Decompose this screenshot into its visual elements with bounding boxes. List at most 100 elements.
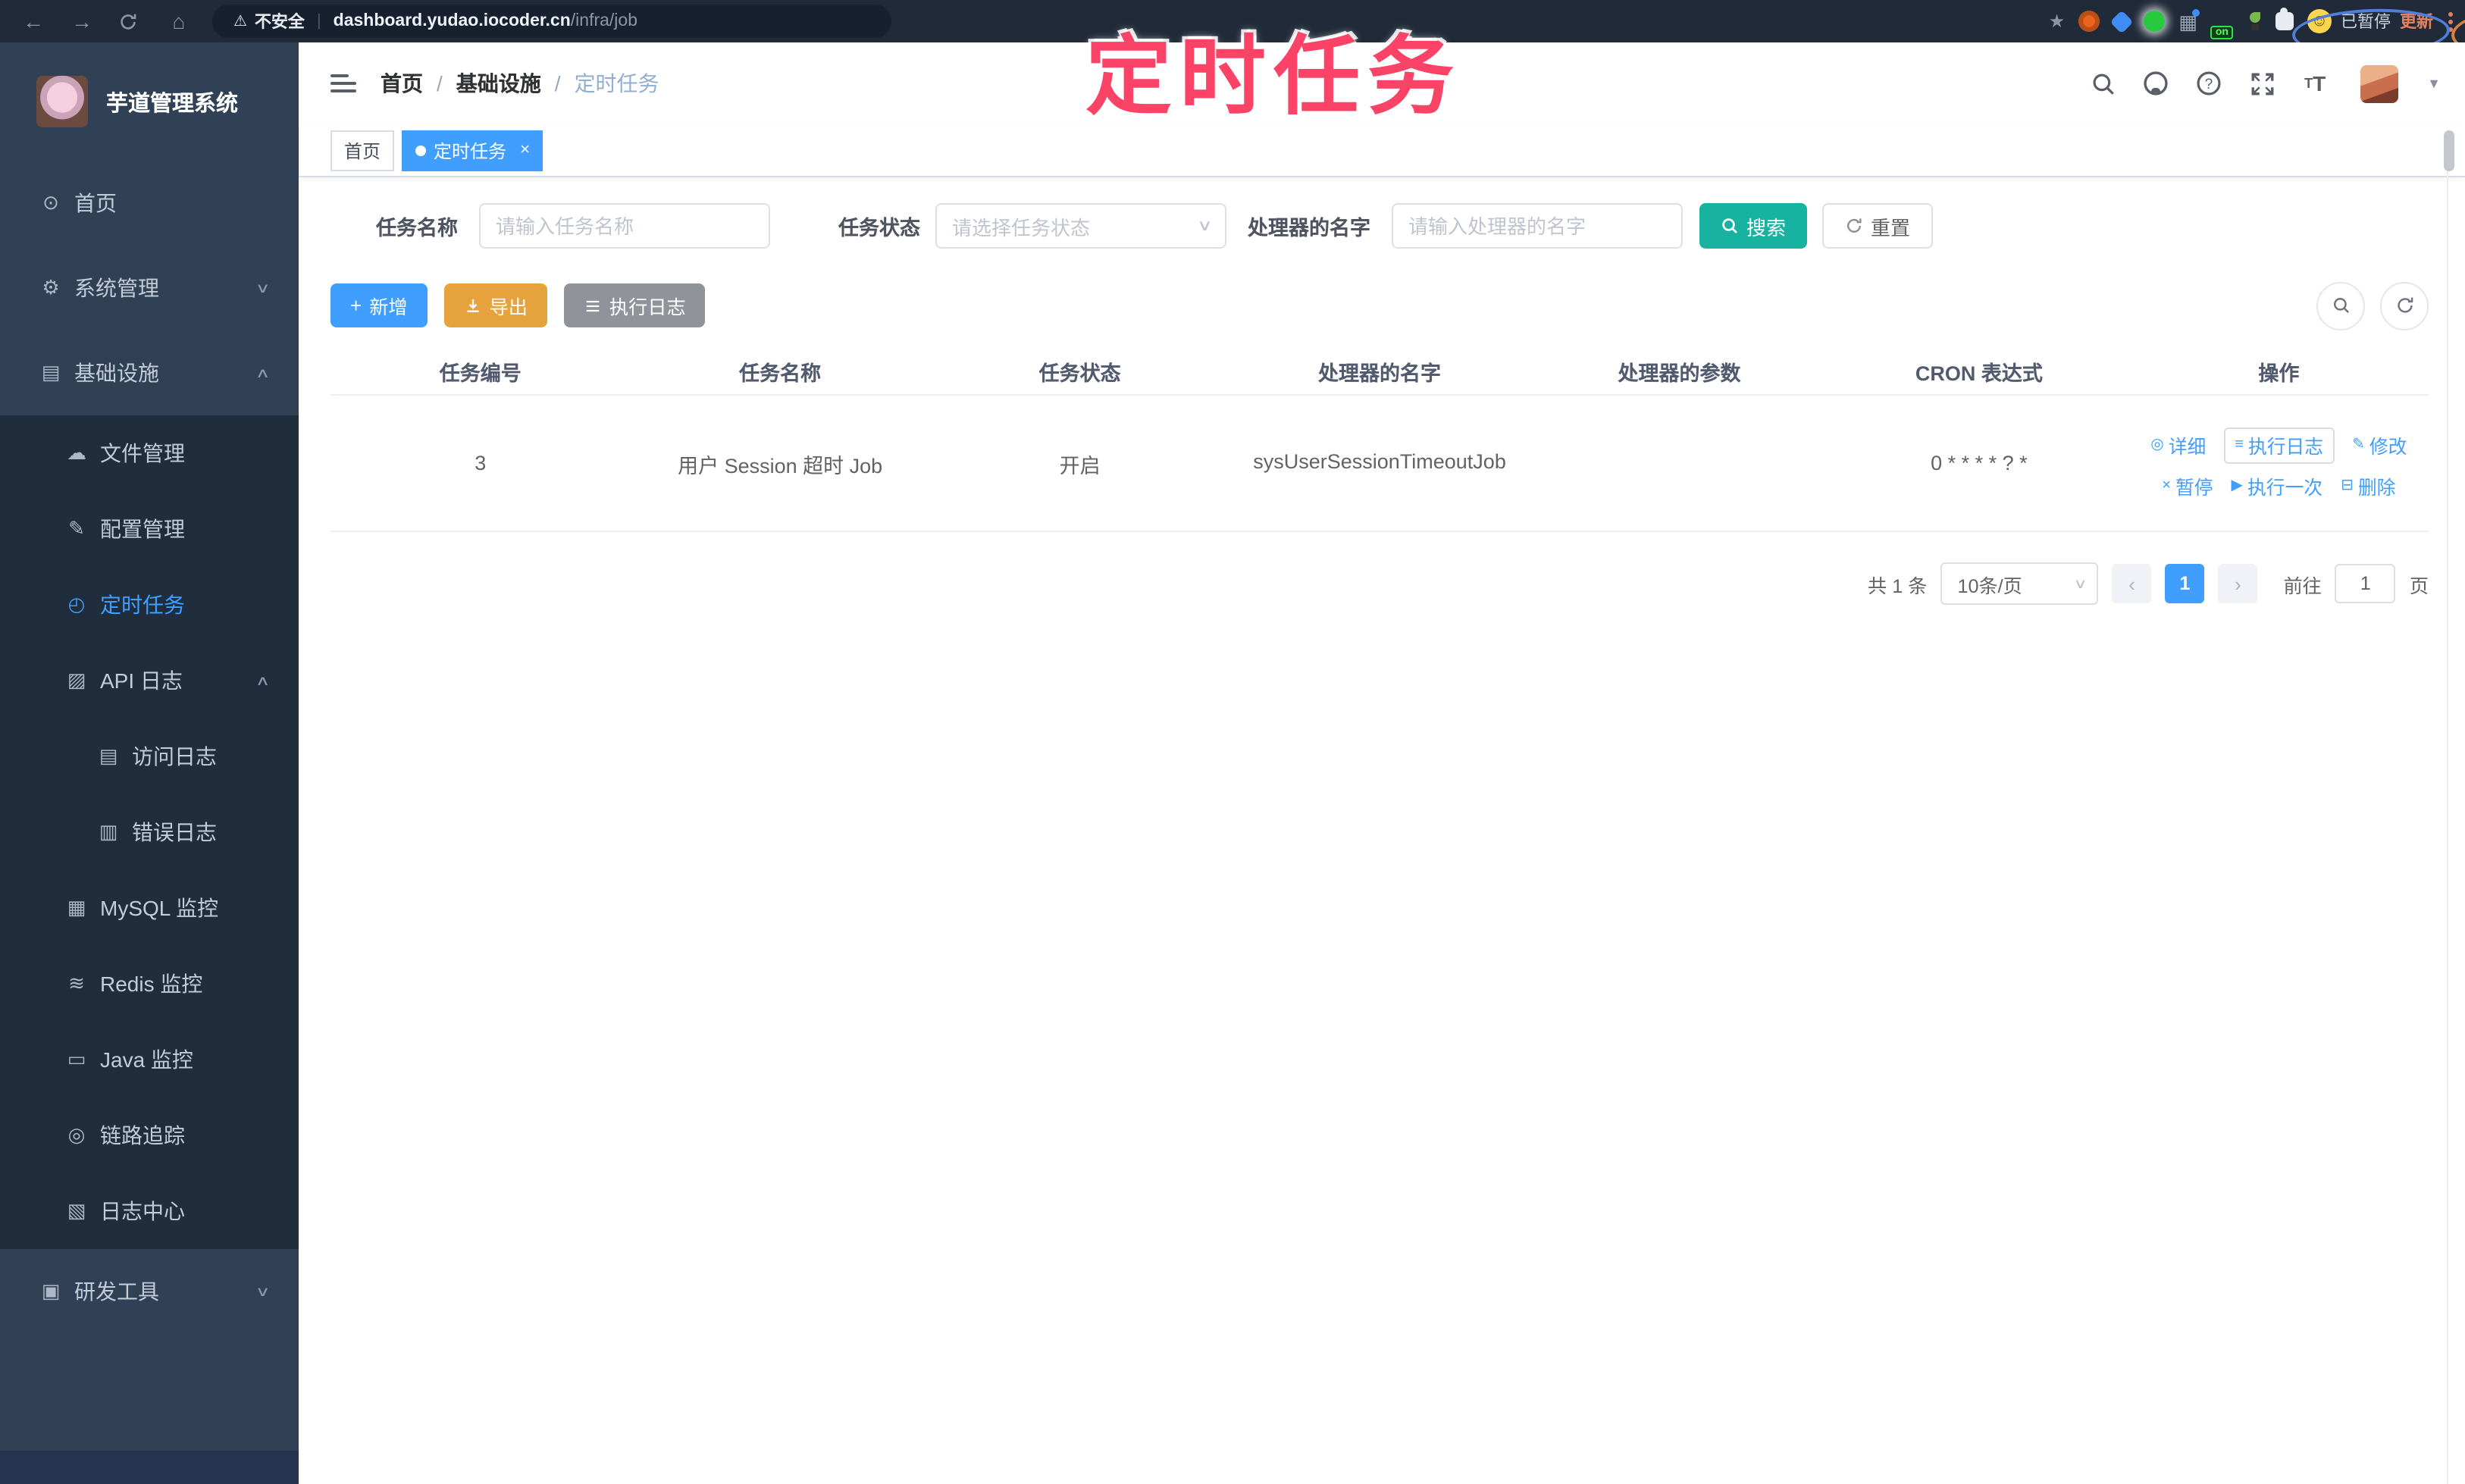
handler-name-input[interactable]	[1392, 203, 1683, 249]
warning-icon: ⚠	[233, 13, 247, 30]
pencil-icon: ✎	[2352, 437, 2365, 453]
browser-menu-icon[interactable]	[2448, 11, 2453, 31]
screen-icon: ▭	[67, 1047, 86, 1070]
bookmark-star-icon[interactable]: ★	[2049, 11, 2066, 32]
col-job-status: 任务状态	[1038, 362, 1121, 385]
tab-home[interactable]: 首页	[330, 130, 395, 171]
job-name-input[interactable]	[479, 203, 770, 249]
col-handler-name: 处理器的名字	[1318, 362, 1442, 385]
page-size-select[interactable]: 10条/页 ∨	[1940, 562, 2099, 605]
app-title: 芋道管理系统	[106, 92, 238, 116]
sidebar-item-infra[interactable]: ▤ 基础设施 ∧	[0, 330, 299, 415]
scrollbar-thumb[interactable]	[2444, 130, 2454, 171]
browser-back-icon[interactable]: ←	[21, 9, 45, 33]
handler-name-label: 处理器的名字	[1248, 217, 1370, 240]
play-icon: ▶	[2231, 477, 2243, 494]
sidebar-item-system[interactable]: ⚙ 系统管理 ∨	[0, 246, 299, 330]
search-icon[interactable]	[2089, 70, 2116, 97]
sidebar-bottom-strip	[0, 1451, 299, 1484]
sidebar-item-home[interactable]: ⊙ 首页	[0, 161, 299, 246]
cell-job-name: 用户 Session 超时 Job	[678, 454, 883, 477]
sidebar-item-log-center[interactable]: ▧ 日志中心	[0, 1173, 299, 1249]
app-logo-row[interactable]: 芋道管理系统	[0, 42, 299, 161]
table-toolbar: + 新增 导出 执行日志	[330, 281, 2429, 330]
timer-icon: ◴	[67, 593, 86, 615]
sidebar-item-redis-monitor[interactable]: ≋ Redis 监控	[0, 946, 299, 1022]
screen: ← → ⌂ ⚠ 不安全 | dashboard.yudao.iocoder.cn…	[0, 0, 2465, 1484]
row-exec-log-link[interactable]: ≡ 执行日志	[2224, 427, 2335, 463]
cell-cron: 0 * * * * ? *	[1931, 452, 2028, 474]
add-button[interactable]: + 新增	[330, 283, 428, 327]
extension-grid-icon[interactable]: ▦	[2178, 8, 2200, 31]
security-label: 不安全	[254, 14, 305, 32]
next-page-button[interactable]: ›	[2218, 564, 2258, 603]
sidebar-item-error-log[interactable]: ▥ 错误日志	[0, 794, 299, 870]
sidebar-toggle-icon[interactable]	[330, 74, 356, 92]
run-once-link[interactable]: ▶ 执行一次	[2232, 472, 2323, 499]
chevron-up-icon: ∧	[255, 365, 271, 380]
job-status-select[interactable]: 请选择任务状态 ∨	[935, 203, 1226, 249]
extension-plant-icon[interactable]	[2247, 12, 2262, 30]
prev-page-button[interactable]: ‹	[2112, 564, 2152, 603]
eye-icon: ◎	[2150, 437, 2164, 453]
goto-label: 前往	[2283, 575, 2322, 596]
github-icon[interactable]	[2142, 70, 2169, 97]
browser-reload-icon[interactable]	[118, 11, 143, 31]
edit-link[interactable]: ✎ 修改	[2352, 431, 2407, 459]
scrollbar-track	[2447, 167, 2448, 1484]
toolbox-icon: ▣	[41, 1279, 61, 1302]
pause-link[interactable]: × 暂停	[2162, 472, 2213, 499]
pagination: 共 1 条 10条/页 ∨ ‹ 1 › 前往 页	[330, 562, 2429, 605]
browser-home-icon[interactable]: ⌂	[167, 9, 191, 33]
delete-link[interactable]: ⊟ 删除	[2341, 472, 2395, 499]
list-icon: ≡	[2235, 437, 2244, 453]
table-row: 3 用户 Session 超时 Job 开启 sysUserSessionTim…	[330, 396, 2429, 532]
sidebar-item-scheduled-jobs[interactable]: ◴ 定时任务	[0, 567, 299, 643]
exec-log-button[interactable]: 执行日志	[563, 283, 706, 327]
browser-forward-icon[interactable]: →	[70, 9, 94, 33]
font-size-icon[interactable]: TT	[2301, 70, 2329, 97]
sidebar-item-config-manage[interactable]: ✎ 配置管理	[0, 491, 299, 567]
sidebar-item-mysql-monitor[interactable]: ▦ MySQL 监控	[0, 870, 299, 946]
help-icon[interactable]: ?	[2195, 70, 2222, 97]
total-count: 共 1 条	[1868, 575, 1928, 596]
tab-scheduled-jobs[interactable]: 定时任务 ×	[402, 130, 543, 171]
url-host: dashboard.yudao.iocoder.cn	[333, 12, 571, 30]
browser-profile-avatar[interactable]: ☺	[2307, 9, 2332, 33]
jobs-table: 任务编号 任务名称 任务状态 处理器的名字 处理器的参数 CRON 表达式 操作…	[330, 349, 2429, 532]
reset-button[interactable]: 重置	[1822, 203, 1934, 249]
toggle-search-button[interactable]	[2316, 281, 2365, 330]
detail-link[interactable]: ◎ 详细	[2150, 431, 2206, 459]
svg-text:?: ?	[2205, 77, 2213, 92]
goto-page-input[interactable]	[2335, 564, 2396, 603]
extension-orange-icon[interactable]	[2078, 11, 2100, 32]
page-1-button[interactable]: 1	[2165, 564, 2205, 603]
chevron-up-icon: ∧	[255, 672, 271, 687]
search-button[interactable]: 搜索	[1699, 203, 1808, 249]
sidebar-item-dev-tools[interactable]: ▣ 研发工具 ∨	[0, 1249, 299, 1334]
extension-green-icon[interactable]	[2144, 11, 2166, 32]
chevron-down-icon: ∨	[1196, 218, 1212, 234]
address-bar[interactable]: ⚠ 不安全 | dashboard.yudao.iocoder.cn /infr…	[212, 5, 891, 38]
extensions-puzzle-icon[interactable]	[2276, 8, 2294, 30]
refresh-button[interactable]	[2380, 281, 2429, 330]
chevron-down-icon: ∨	[255, 1283, 271, 1298]
gear-icon: ⚙	[42, 276, 60, 299]
breadcrumb-infra[interactable]: 基础设施	[456, 68, 541, 99]
export-button[interactable]: 导出	[443, 283, 547, 327]
monitor-icon: ▤	[41, 361, 61, 384]
update-button[interactable]: 更新	[2400, 9, 2433, 33]
breadcrumb-home[interactable]: 首页	[381, 68, 423, 99]
close-tab-icon[interactable]: ×	[520, 141, 530, 159]
sidebar-item-java-monitor[interactable]: ▭ Java 监控	[0, 1022, 299, 1097]
app-logo	[36, 76, 88, 127]
sidebar-item-trace[interactable]: ◎ 链路追踪	[0, 1097, 299, 1173]
access-log-icon: ▤	[99, 744, 118, 767]
sidebar-item-file-manage[interactable]: ☁ 文件管理	[0, 415, 299, 491]
fullscreen-icon[interactable]	[2248, 70, 2276, 97]
extension-blue-icon[interactable]	[2110, 9, 2134, 33]
avatar-caret-icon[interactable]: ▼	[2427, 76, 2441, 91]
user-avatar[interactable]	[2360, 64, 2399, 102]
sidebar-item-api-log[interactable]: ▨ API 日志 ∧	[0, 643, 299, 719]
sidebar-item-access-log[interactable]: ▤ 访问日志	[0, 719, 299, 794]
